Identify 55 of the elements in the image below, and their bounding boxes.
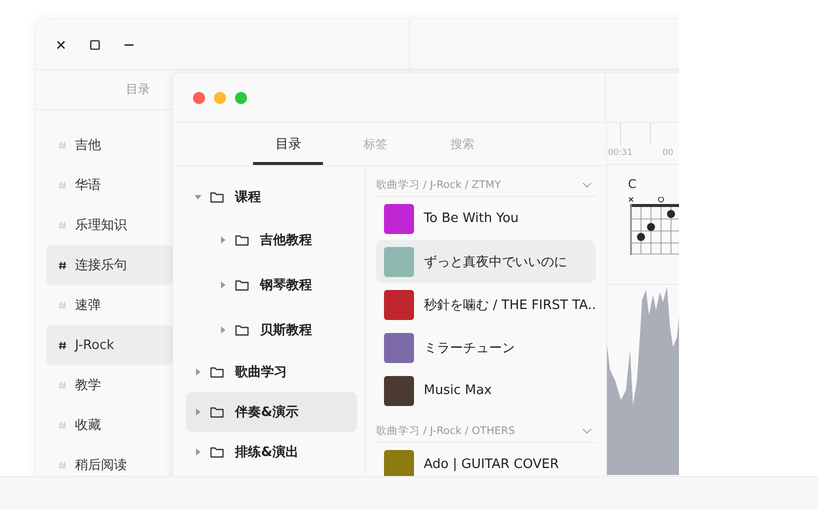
tag-item[interactable]: 华语: [46, 165, 173, 205]
caret-icon[interactable]: [194, 193, 202, 201]
folder-item[interactable]: 钢琴教程: [186, 262, 357, 307]
chevron-icon[interactable]: [582, 182, 592, 188]
tag-item[interactable]: 稍后阅读: [46, 445, 173, 476]
group-path: 歌曲学习 / J-Rock / OTHERS: [376, 424, 515, 438]
folder-icon: [210, 366, 224, 378]
folder-item[interactable]: 吉他教程: [186, 217, 357, 262]
song-item[interactable]: Ado | GUITAR COVER: [376, 443, 596, 476]
song-item[interactable]: Music Max: [376, 369, 596, 412]
song-item[interactable]: To Be With You: [376, 197, 596, 240]
time-label: 00:31: [608, 148, 632, 158]
caret-icon[interactable]: [194, 448, 202, 456]
group-path: 歌曲学习 / J-Rock / ZTMY: [376, 178, 501, 192]
folder-item[interactable]: 课程: [186, 177, 357, 217]
chevron-icon[interactable]: [582, 428, 592, 434]
folder-item[interactable]: 贝斯教程: [186, 307, 357, 352]
hash-icon: [58, 460, 67, 470]
hash-icon: [58, 340, 67, 350]
tag-item[interactable]: 乐理知识: [46, 205, 173, 245]
hash-icon: [58, 220, 67, 230]
hash-icon: [58, 380, 67, 390]
folder-icon: [235, 324, 249, 336]
song-item[interactable]: ミラーチューン: [376, 326, 596, 369]
caret-icon[interactable]: [194, 368, 202, 376]
tag-item[interactable]: 吉他: [46, 125, 173, 165]
hash-icon: [58, 420, 67, 430]
tag-item[interactable]: 速弹: [46, 285, 173, 325]
folder-item[interactable]: 排练&演出: [186, 432, 357, 472]
folder-icon: [210, 446, 224, 458]
tag-item[interactable]: 连接乐句: [46, 245, 173, 285]
folder-icon: [210, 191, 224, 203]
hash-icon: [58, 260, 67, 270]
tag-item[interactable]: J-Rock: [46, 325, 173, 365]
hash-icon: [58, 180, 67, 190]
song-item[interactable]: 秒針を噛む / THE FIRST TA..: [376, 283, 596, 326]
chord-name: C: [628, 177, 638, 191]
caret-icon[interactable]: [219, 326, 227, 334]
time-label: 00: [662, 148, 674, 158]
folder-item[interactable]: 歌曲学习: [186, 352, 357, 392]
tab[interactable]: 目录: [245, 123, 332, 165]
caret-icon[interactable]: [219, 236, 227, 244]
maximize-icon[interactable]: [90, 40, 100, 50]
folder-icon: [235, 234, 249, 246]
tag-item[interactable]: 收藏: [46, 405, 173, 445]
caret-icon[interactable]: [219, 280, 227, 288]
folder-icon: [235, 278, 249, 290]
song-item[interactable]: ずっと真夜中でいいのに: [376, 240, 596, 283]
close-icon[interactable]: [56, 40, 66, 50]
hash-icon: [58, 300, 67, 310]
hash-icon: [58, 140, 67, 150]
folder-item[interactable]: 伴奏&演示: [186, 392, 357, 432]
caret-icon[interactable]: [194, 408, 202, 416]
folder-icon: [210, 406, 224, 418]
tag-item[interactable]: 教学: [46, 365, 173, 405]
